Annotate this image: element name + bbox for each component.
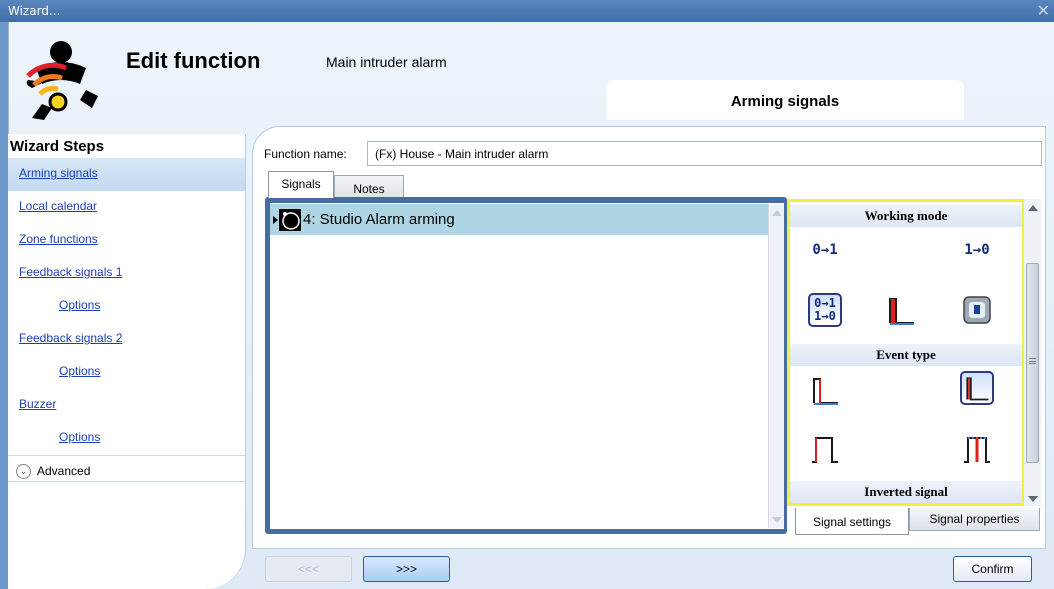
working-mode-pulse-button[interactable]	[884, 293, 918, 327]
sidebar-item-arming-signals[interactable]: Arming signals	[8, 158, 245, 191]
switch-icon	[963, 296, 991, 324]
sidebar-item-zone-functions[interactable]: Zone functions	[8, 224, 245, 257]
sidebar-item-buzzer[interactable]: Buzzer	[8, 389, 245, 422]
sidebar-item-feedback-1-options[interactable]: Options	[8, 290, 245, 323]
next-button[interactable]: >>>	[363, 556, 450, 582]
working-mode-1-to-0-button[interactable]: 1→0	[960, 233, 994, 267]
function-name-input[interactable]: (Fx) House - Main intruder alarm	[367, 141, 1042, 166]
sidebar-link[interactable]: Arming signals	[19, 166, 98, 180]
expand-arrow-icon[interactable]	[273, 215, 278, 224]
scroll-up-icon[interactable]	[1028, 205, 1038, 211]
settings-scrollbar[interactable]	[1024, 199, 1041, 506]
current-step-title: Arming signals	[606, 80, 964, 120]
event-type-both-edges-button[interactable]	[960, 432, 994, 466]
window-titlebar: Wizard... ✕	[0, 0, 1054, 22]
working-mode-0-to-1-button[interactable]: 0→1	[808, 233, 842, 267]
wizard-steps-sidebar: Wizard Steps Arming signals Local calend…	[8, 134, 246, 589]
rising-edge-icon	[812, 437, 838, 463]
sidebar-item-feedback-2-options[interactable]: Options	[8, 356, 245, 389]
sidebar-link[interactable]: Options	[59, 430, 100, 444]
scroll-up-icon[interactable]	[772, 210, 782, 216]
signal-settings-panel: Working mode 0→1 1→0 0→1 1→0 Event type	[787, 199, 1025, 506]
sidebar-link[interactable]: Zone functions	[19, 232, 98, 246]
working-mode-1-to-0-label: 1→0	[964, 241, 990, 258]
sidebar-link[interactable]: Local calendar	[19, 199, 97, 213]
sidebar-item-local-calendar[interactable]: Local calendar	[8, 191, 245, 224]
sidebar-item-buzzer-options[interactable]: Options	[8, 422, 245, 455]
event-type-rising-edge-button[interactable]	[808, 432, 842, 466]
scroll-grip-icon	[1029, 358, 1036, 364]
signal-list	[270, 203, 784, 529]
page-title: Edit function	[126, 48, 261, 73]
inverted-signal-header: Inverted signal	[790, 481, 1022, 503]
sidebar-link[interactable]: Options	[59, 364, 100, 378]
advanced-expander[interactable]: ⌄ Advanced	[8, 455, 245, 482]
list-item[interactable]: 4: Studio Alarm arming	[270, 204, 768, 235]
window-title: Wizard...	[8, 4, 61, 18]
intruder-alarm-logo-icon	[26, 41, 98, 120]
both-edges-icon	[964, 437, 990, 463]
working-mode-both-bottom: 1→0	[814, 309, 836, 323]
back-button[interactable]: <<<	[265, 556, 352, 582]
working-mode-0-to-1-label: 0→1	[812, 241, 838, 258]
page-subtitle: Main intruder alarm	[326, 54, 447, 70]
working-mode-header: Working mode	[790, 205, 1022, 227]
event-type-header: Event type	[790, 344, 1022, 366]
level-signal-icon	[966, 377, 989, 401]
close-icon[interactable]: ✕	[1037, 1, 1050, 20]
tab-signal-properties[interactable]: Signal properties	[909, 508, 1040, 531]
event-type-falling-edge-button[interactable]	[808, 373, 842, 407]
event-type-selected-button[interactable]	[960, 371, 994, 405]
falling-edge-icon	[813, 378, 838, 405]
sidebar-link[interactable]: Feedback signals 2	[19, 331, 122, 345]
signal-list-scrollbar[interactable]	[768, 204, 784, 528]
tab-signals[interactable]: Signals	[268, 171, 334, 198]
sidebar-link[interactable]: Options	[59, 298, 100, 312]
tab-notes[interactable]: Notes	[334, 175, 404, 198]
scroll-down-icon[interactable]	[1028, 496, 1038, 502]
sidebar-link[interactable]: Buzzer	[19, 397, 56, 411]
sidebar-heading: Wizard Steps	[10, 138, 105, 155]
pulse-signal-icon	[889, 298, 914, 325]
signal-label: 4: Studio Alarm arming	[303, 211, 455, 228]
sidebar-item-feedback-signals-1[interactable]: Feedback signals 1	[8, 257, 245, 290]
working-mode-both-button[interactable]: 0→1 1→0	[808, 293, 842, 327]
function-name-label: Function name:	[264, 147, 347, 161]
scroll-down-icon[interactable]	[772, 517, 782, 523]
sidebar-item-feedback-signals-2[interactable]: Feedback signals 2	[8, 323, 245, 356]
working-mode-switch-button[interactable]	[960, 293, 994, 327]
advanced-label: Advanced	[37, 464, 91, 478]
sidebar-link[interactable]: Feedback signals 1	[19, 265, 122, 279]
signal-node-icon	[279, 208, 301, 231]
confirm-button[interactable]: Confirm	[953, 556, 1032, 582]
tab-signal-settings[interactable]: Signal settings	[795, 508, 909, 535]
chevron-down-icon[interactable]: ⌄	[16, 463, 31, 479]
